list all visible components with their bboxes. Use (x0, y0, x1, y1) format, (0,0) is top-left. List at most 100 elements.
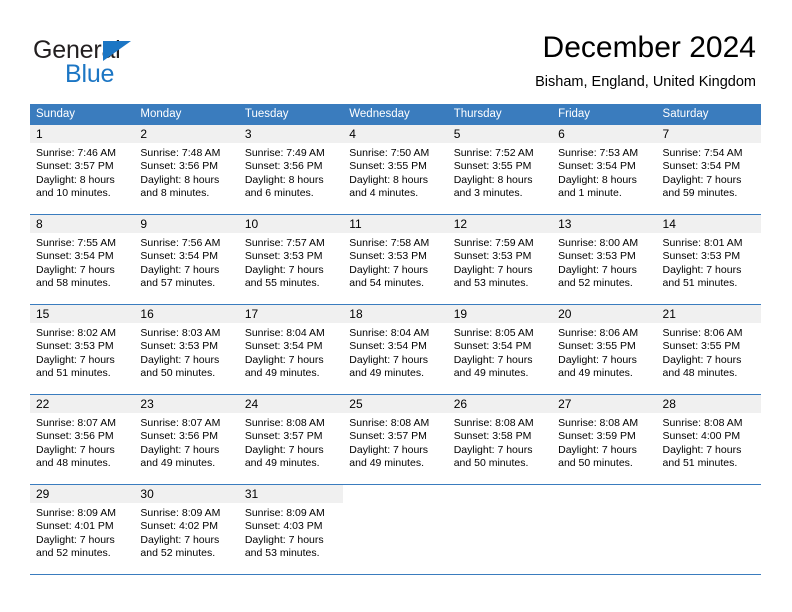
sunset-time: Sunset: 3:54 PM (662, 160, 741, 173)
daylight-duration-line1: Daylight: 7 hours (558, 353, 637, 366)
daylight-duration-line2: and 3 minutes. (453, 187, 523, 200)
calendar-day-cell[interactable]: 28 Sunrise: 8:08 AM Sunset: 4:00 PM Dayligh… (656, 395, 761, 484)
daylight-duration-line1: Daylight: 8 hours (140, 173, 220, 186)
sunrise-time: Sunrise: 8:08 AM (349, 417, 430, 429)
daylight-duration-line2: and 52 minutes. (36, 547, 111, 560)
calendar-day-cell[interactable]: 17 Sunrise: 8:04 AM Sunset: 3:54 PM Dayligh… (238, 305, 344, 394)
calendar-day-details: Sunrise: 8:04 AM Sunset: 3:54 PM Daylight:… (343, 323, 447, 381)
sunset-time: Sunset: 3:56 PM (140, 160, 219, 173)
daylight-duration-line1: Daylight: 7 hours (662, 263, 742, 276)
calendar-day-cell[interactable]: 10 Sunrise: 7:57 AM Sunset: 3:53 PM Dayligh… (238, 215, 344, 304)
calendar-day-cell[interactable]: 9 Sunrise: 7:56 AM Sunset: 3:54 PM Daylight… (134, 215, 239, 304)
daylight-duration-line1: Daylight: 7 hours (349, 443, 429, 456)
calendar-day-cell[interactable]: 24 Sunrise: 8:08 AM Sunset: 3:57 PM Dayligh… (238, 395, 344, 484)
sunrise-time: Sunrise: 7:50 AM (349, 147, 430, 159)
calendar-day-cell[interactable]: 7 Sunrise: 7:54 AM Sunset: 3:54 PM Daylight… (656, 125, 761, 214)
calendar-day-number: 2 (134, 125, 239, 143)
calendar-day-cell[interactable]: 21 Sunrise: 8:06 AM Sunset: 3:55 PM Dayligh… (656, 305, 761, 394)
sunset-time: Sunset: 3:57 PM (349, 430, 427, 443)
daylight-duration-line1: Daylight: 7 hours (36, 443, 115, 456)
calendar-day-cell[interactable]: 23 Sunrise: 8:07 AM Sunset: 3:56 PM Dayligh… (134, 395, 239, 484)
calendar-day-cell[interactable]: 12 Sunrise: 7:59 AM Sunset: 3:53 PM Dayligh… (447, 215, 553, 304)
calendar-day-number: 18 (343, 305, 448, 323)
sunrise-time: Sunrise: 8:06 AM (662, 327, 743, 339)
calendar-day-cell[interactable]: 5 Sunrise: 7:52 AM Sunset: 3:55 PM Daylight… (447, 125, 553, 214)
sunset-time: Sunset: 4:03 PM (244, 520, 323, 533)
calendar-day-cell[interactable]: 27 Sunrise: 8:08 AM Sunset: 3:59 PM Dayligh… (552, 395, 657, 484)
sunset-time: Sunset: 3:54 PM (349, 340, 427, 353)
daylight-duration-line1: Daylight: 7 hours (662, 173, 742, 186)
daylight-duration-line1: Daylight: 8 hours (36, 173, 115, 186)
sunset-time: Sunset: 3:53 PM (349, 250, 427, 263)
calendar-day-cell-empty (447, 485, 553, 574)
sunrise-time: Sunrise: 8:06 AM (558, 327, 639, 339)
daylight-duration-line2: and 50 minutes. (140, 367, 216, 380)
daylight-duration-line2: and 10 minutes. (36, 187, 111, 200)
calendar-day-number: 7 (656, 125, 761, 143)
sunset-time: Sunset: 3:53 PM (558, 250, 636, 263)
calendar-day-cell[interactable]: 22 Sunrise: 8:07 AM Sunset: 3:56 PM Dayligh… (30, 395, 135, 484)
calendar-day-details: Sunrise: 8:04 AM Sunset: 3:54 PM Daylight:… (239, 323, 343, 381)
calendar-day-cell[interactable]: 20 Sunrise: 8:06 AM Sunset: 3:55 PM Dayligh… (552, 305, 657, 394)
calendar-week-row: 1 Sunrise: 7:46 AM Sunset: 3:57 PM Daylight… (30, 125, 761, 214)
sunset-time: Sunset: 3:56 PM (36, 430, 114, 443)
sunset-time: Sunset: 3:54 PM (244, 340, 323, 353)
calendar-day-number: 24 (238, 395, 344, 413)
daylight-duration-line2: and 51 minutes. (662, 457, 738, 470)
calendar-day-cell[interactable]: 18 Sunrise: 8:04 AM Sunset: 3:54 PM Dayligh… (343, 305, 448, 394)
calendar-day-cell[interactable]: 1 Sunrise: 7:46 AM Sunset: 3:57 PM Daylight… (30, 125, 135, 214)
sunset-time: Sunset: 3:56 PM (244, 160, 323, 173)
calendar-day-cell[interactable]: 13 Sunrise: 8:00 AM Sunset: 3:53 PM Dayligh… (552, 215, 657, 304)
calendar-day-details (552, 503, 656, 507)
calendar-day-cell[interactable]: 26 Sunrise: 8:08 AM Sunset: 3:58 PM Dayligh… (447, 395, 553, 484)
calendar-day-number: 26 (447, 395, 553, 413)
calendar-day-cell[interactable]: 3 Sunrise: 7:49 AM Sunset: 3:56 PM Daylight… (238, 125, 344, 214)
calendar-day-cell[interactable]: 29 Sunrise: 8:09 AM Sunset: 4:01 PM Dayligh… (30, 485, 135, 574)
sunrise-time: Sunrise: 7:48 AM (140, 147, 221, 159)
calendar-day-number: 10 (238, 215, 344, 233)
daylight-duration-line2: and 48 minutes. (36, 457, 111, 470)
brand-logo[interactable]: General Blue (33, 36, 213, 88)
sunrise-time: Sunrise: 8:09 AM (244, 507, 325, 519)
calendar-day-details: Sunrise: 8:00 AM Sunset: 3:53 PM Daylight:… (552, 233, 656, 291)
calendar-day-cell[interactable]: 11 Sunrise: 7:58 AM Sunset: 3:53 PM Dayligh… (343, 215, 448, 304)
calendar-week-row: 22 Sunrise: 8:07 AM Sunset: 3:56 PM Dayligh… (30, 394, 761, 484)
calendar-day-number (552, 485, 657, 503)
daylight-duration-line2: and 4 minutes. (349, 187, 419, 200)
sunrise-time: Sunrise: 8:01 AM (662, 237, 743, 249)
sunset-time: Sunset: 3:57 PM (244, 430, 323, 443)
calendar-day-cell[interactable]: 8 Sunrise: 7:55 AM Sunset: 3:54 PM Daylight… (30, 215, 135, 304)
calendar-day-details: Sunrise: 7:46 AM Sunset: 3:57 PM Daylight:… (30, 143, 134, 201)
calendar-day-number: 12 (447, 215, 553, 233)
calendar-day-cell[interactable]: 25 Sunrise: 8:08 AM Sunset: 3:57 PM Dayligh… (343, 395, 448, 484)
calendar-day-number (656, 485, 761, 503)
daylight-duration-line1: Daylight: 7 hours (558, 443, 637, 456)
sunrise-time: Sunrise: 8:05 AM (453, 327, 534, 339)
sunset-time: Sunset: 3:55 PM (662, 340, 741, 353)
calendar-day-number: 6 (552, 125, 657, 143)
calendar-day-cell[interactable]: 4 Sunrise: 7:50 AM Sunset: 3:55 PM Daylight… (343, 125, 448, 214)
daylight-duration-line1: Daylight: 7 hours (140, 533, 220, 546)
calendar-day-cell[interactable]: 15 Sunrise: 8:02 AM Sunset: 3:53 PM Dayligh… (30, 305, 135, 394)
daylight-duration-line2: and 49 minutes. (349, 367, 424, 380)
weekday-wednesday: Wednesday (349, 108, 410, 120)
calendar-day-cell[interactable]: 2 Sunrise: 7:48 AM Sunset: 3:56 PM Daylight… (134, 125, 239, 214)
calendar-day-details: Sunrise: 7:56 AM Sunset: 3:54 PM Daylight:… (134, 233, 238, 291)
calendar-day-number: 25 (343, 395, 448, 413)
daylight-duration-line2: and 52 minutes. (140, 547, 216, 560)
daylight-duration-line2: and 1 minute. (558, 187, 622, 200)
sunrise-time: Sunrise: 7:59 AM (453, 237, 534, 249)
calendar-day-cell[interactable]: 16 Sunrise: 8:03 AM Sunset: 3:53 PM Dayligh… (134, 305, 239, 394)
sunset-time: Sunset: 4:01 PM (36, 520, 114, 533)
calendar-week-row: 8 Sunrise: 7:55 AM Sunset: 3:54 PM Daylight… (30, 214, 761, 304)
calendar-day-cell[interactable]: 6 Sunrise: 7:53 AM Sunset: 3:54 PM Daylight… (552, 125, 657, 214)
calendar-day-cell[interactable]: 31 Sunrise: 8:09 AM Sunset: 4:03 PM Dayligh… (238, 485, 344, 574)
calendar-day-number: 17 (238, 305, 344, 323)
daylight-duration-line2: and 50 minutes. (558, 457, 633, 470)
calendar-day-cell[interactable]: 14 Sunrise: 8:01 AM Sunset: 3:53 PM Dayligh… (656, 215, 761, 304)
sunrise-time: Sunrise: 8:04 AM (349, 327, 430, 339)
sunrise-time: Sunrise: 8:09 AM (140, 507, 221, 519)
calendar-day-cell[interactable]: 30 Sunrise: 8:09 AM Sunset: 4:02 PM Dayligh… (134, 485, 239, 574)
daylight-duration-line2: and 58 minutes. (36, 277, 111, 290)
calendar-day-cell[interactable]: 19 Sunrise: 8:05 AM Sunset: 3:54 PM Dayligh… (447, 305, 553, 394)
